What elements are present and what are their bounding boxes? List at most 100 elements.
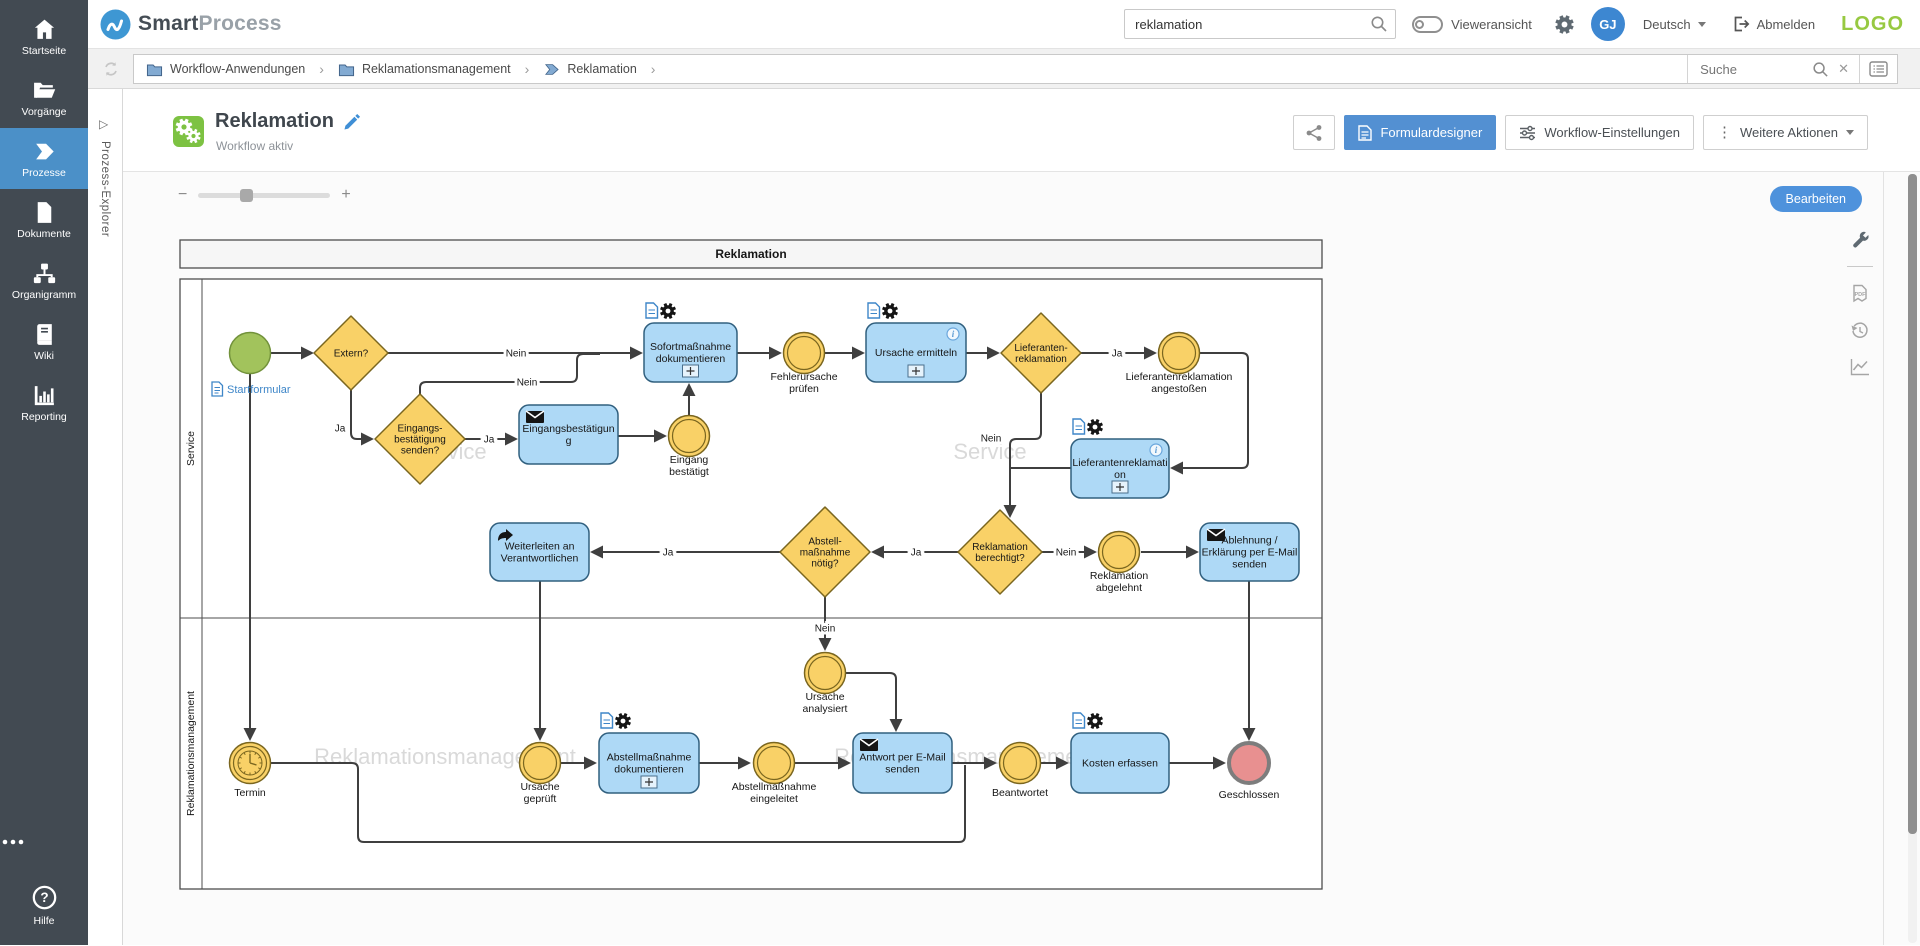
zoom-out-button[interactable]: − [178,187,187,203]
home-icon [32,17,57,42]
more-actions-button[interactable]: ⋮ Weitere Aktionen [1703,115,1868,150]
page-title: Reklamation [215,110,334,133]
search-icon[interactable] [1812,61,1829,78]
svg-text:Lieferanten-reklamation: Lieferanten-reklamation [1014,343,1067,365]
diagram-canvas[interactable]: Reklamation Service Reklamationsmanagement… [123,171,1920,945]
workflow-app-icon [173,116,204,147]
bpmn-event-ursache-analysiert[interactable]: Ursacheanalysiert [803,653,848,716]
bar-chart-icon [32,383,57,408]
breadcrumb-item-reklamation[interactable]: Reklamation [543,62,636,77]
sidebar-nav: StartseiteVorgänge Prozesse Dokumente Organ… [0,0,88,433]
book-icon [32,322,57,347]
svg-text:Reklamation: Reklamation [715,247,786,261]
search-icon[interactable] [1370,15,1388,33]
svg-text:Weiterleiten anVerantwortliche: Weiterleiten anVerantwortlichen [501,541,579,565]
settings-gear-button[interactable] [1554,14,1575,35]
lane-label-service: Service [185,431,197,466]
folder-icon [338,62,355,77]
list-view-button[interactable] [1859,55,1897,83]
sidebar: StartseiteVorgänge Prozesse Dokumente Organ… [0,0,88,945]
brand-name-bold: Smart [138,12,199,35]
language-selector[interactable]: Deutsch [1643,17,1706,32]
app-logo[interactable]: SmartProcess [100,9,282,40]
svg-text:Nein: Nein [506,349,527,360]
diagram-side-tools: PDF [1838,230,1882,376]
viewer-toggle-label: Vieweransicht [1451,17,1532,32]
prozess-explorer-panel: ▷ Prozess-Explorer [88,89,123,945]
svg-text:Eingangbestätigt: Eingangbestätigt [669,454,709,478]
bearbeiten-button[interactable]: Bearbeiten [1770,186,1862,212]
sidebar-item-organigramm[interactable]: Organigramm [0,250,88,311]
sidebar-item-label: Organigramm [12,289,76,301]
bpmn-event-termin[interactable]: Termin [230,743,271,800]
wrench-button[interactable] [1851,230,1870,249]
sidebar-item-label: Wiki [34,350,54,362]
bpmn-task-eingangsbestaetigung[interactable]: Eingangsbestätigung [519,405,618,464]
sidebar-more-button[interactable] [0,838,88,846]
svg-text:Ja: Ja [911,548,922,559]
bpmn-event-eingang-bestaetigt[interactable]: Eingangbestätigt [669,416,710,479]
svg-text:Nein: Nein [815,624,836,635]
sidebar-item-prozesse[interactable]: Prozesse [0,128,88,189]
folder-icon [146,62,163,77]
clear-search-icon[interactable]: ✕ [1838,61,1849,77]
refresh-icon [102,60,120,78]
bpmn-start-event[interactable] [230,333,271,374]
formulardesigner-label: Formulardesigner [1380,125,1482,140]
bpmn-task-ablehnung-email-senden[interactable]: Ablehnung /Erklärung per E-Mailsenden [1200,523,1299,581]
svg-text:Reklamationabgelehnt: Reklamationabgelehnt [1090,570,1149,594]
svg-text:Reklamationberechtigt?: Reklamationberechtigt? [972,542,1028,564]
formulardesigner-button[interactable]: Formulardesigner [1344,115,1496,150]
bpmn-task-antwort-email-senden[interactable]: Antwort per E-Mailsenden [853,733,952,793]
form-document-icon [1358,125,1372,141]
svg-text:Eingangs-bestätigungsenden?: Eingangs-bestätigungsenden? [394,424,446,457]
scrollbar-thumb[interactable] [1908,174,1917,834]
vertical-scrollbar[interactable] [1908,174,1917,943]
svg-text:Geschlossen: Geschlossen [1219,789,1280,801]
sidebar-item-wiki[interactable]: Wiki [0,311,88,372]
explorer-expand-button[interactable]: ▷ [99,117,111,131]
history-button[interactable] [1850,321,1870,341]
svg-text:PDF: PDF [1855,292,1867,298]
sliders-icon [1519,125,1536,141]
more-actions-label: Weitere Aktionen [1740,125,1838,140]
viewer-toggle[interactable]: Vieweransicht [1412,16,1532,33]
org-chart-icon [32,261,57,286]
customer-logo: LOGO [1841,13,1904,36]
svg-text:Ursachegeprüft: Ursachegeprüft [520,781,559,805]
global-search-input[interactable] [1124,9,1396,39]
svg-text:Kosten erfassen: Kosten erfassen [1082,758,1158,770]
sidebar-item-hilfe[interactable]: ? Hilfe [0,884,88,927]
sidebar-item-label: Prozesse [22,167,66,179]
edit-title-pencil-icon[interactable] [344,113,361,130]
sidebar-item-dokumente[interactable]: Dokumente [0,189,88,250]
lane-label-reklamationsmanagement: Reklamationsmanagement [185,691,197,816]
divider [1847,266,1873,267]
refresh-button[interactable] [102,60,120,78]
share-button[interactable] [1293,115,1335,150]
zoom-slider[interactable] [198,193,330,198]
workflow-status: Workflow aktiv [216,139,293,153]
sidebar-item-reporting[interactable]: Reporting [0,372,88,433]
bpmn-task-weiterleiten-verantwortlichen[interactable]: Weiterleiten anVerantwortlichen [490,523,589,581]
breadcrumb-item-workflowanwendungen[interactable]: Workflow-Anwendungen [146,62,305,77]
zoom-control: − + [178,187,351,203]
workflow-settings-label: Workflow-Einstellungen [1544,125,1680,140]
topbar: SmartProcess Vieweransicht GJ Deutsch [88,0,1920,49]
tree-search-input[interactable] [1698,61,1803,78]
breadcrumb-label: Reklamationsmanagement [362,62,511,76]
workflow-settings-button[interactable]: Workflow-Einstellungen [1505,115,1694,150]
pdf-export-button[interactable]: PDF [1850,284,1870,304]
zoom-slider-handle[interactable] [240,189,253,202]
breadcrumb-item-reklamationsmanagement[interactable]: Reklamationsmanagement [338,62,511,77]
sidebar-item-startseite[interactable]: Startseite [0,6,88,67]
chevron-separator-icon: › [525,61,530,77]
svg-text:Ursacheanalysiert: Ursacheanalysiert [803,691,848,715]
zoom-in-button[interactable]: + [341,187,350,203]
avatar[interactable]: GJ [1591,7,1625,41]
logout-button[interactable]: Abmelden [1732,15,1816,33]
sidebar-item-vorgnge[interactable]: Vorgänge [0,67,88,128]
process-arrow-icon [32,139,57,164]
statistics-chart-button[interactable] [1850,358,1870,376]
bpmn-event-ursache-geprueft[interactable]: Ursachegeprüft [520,743,561,806]
